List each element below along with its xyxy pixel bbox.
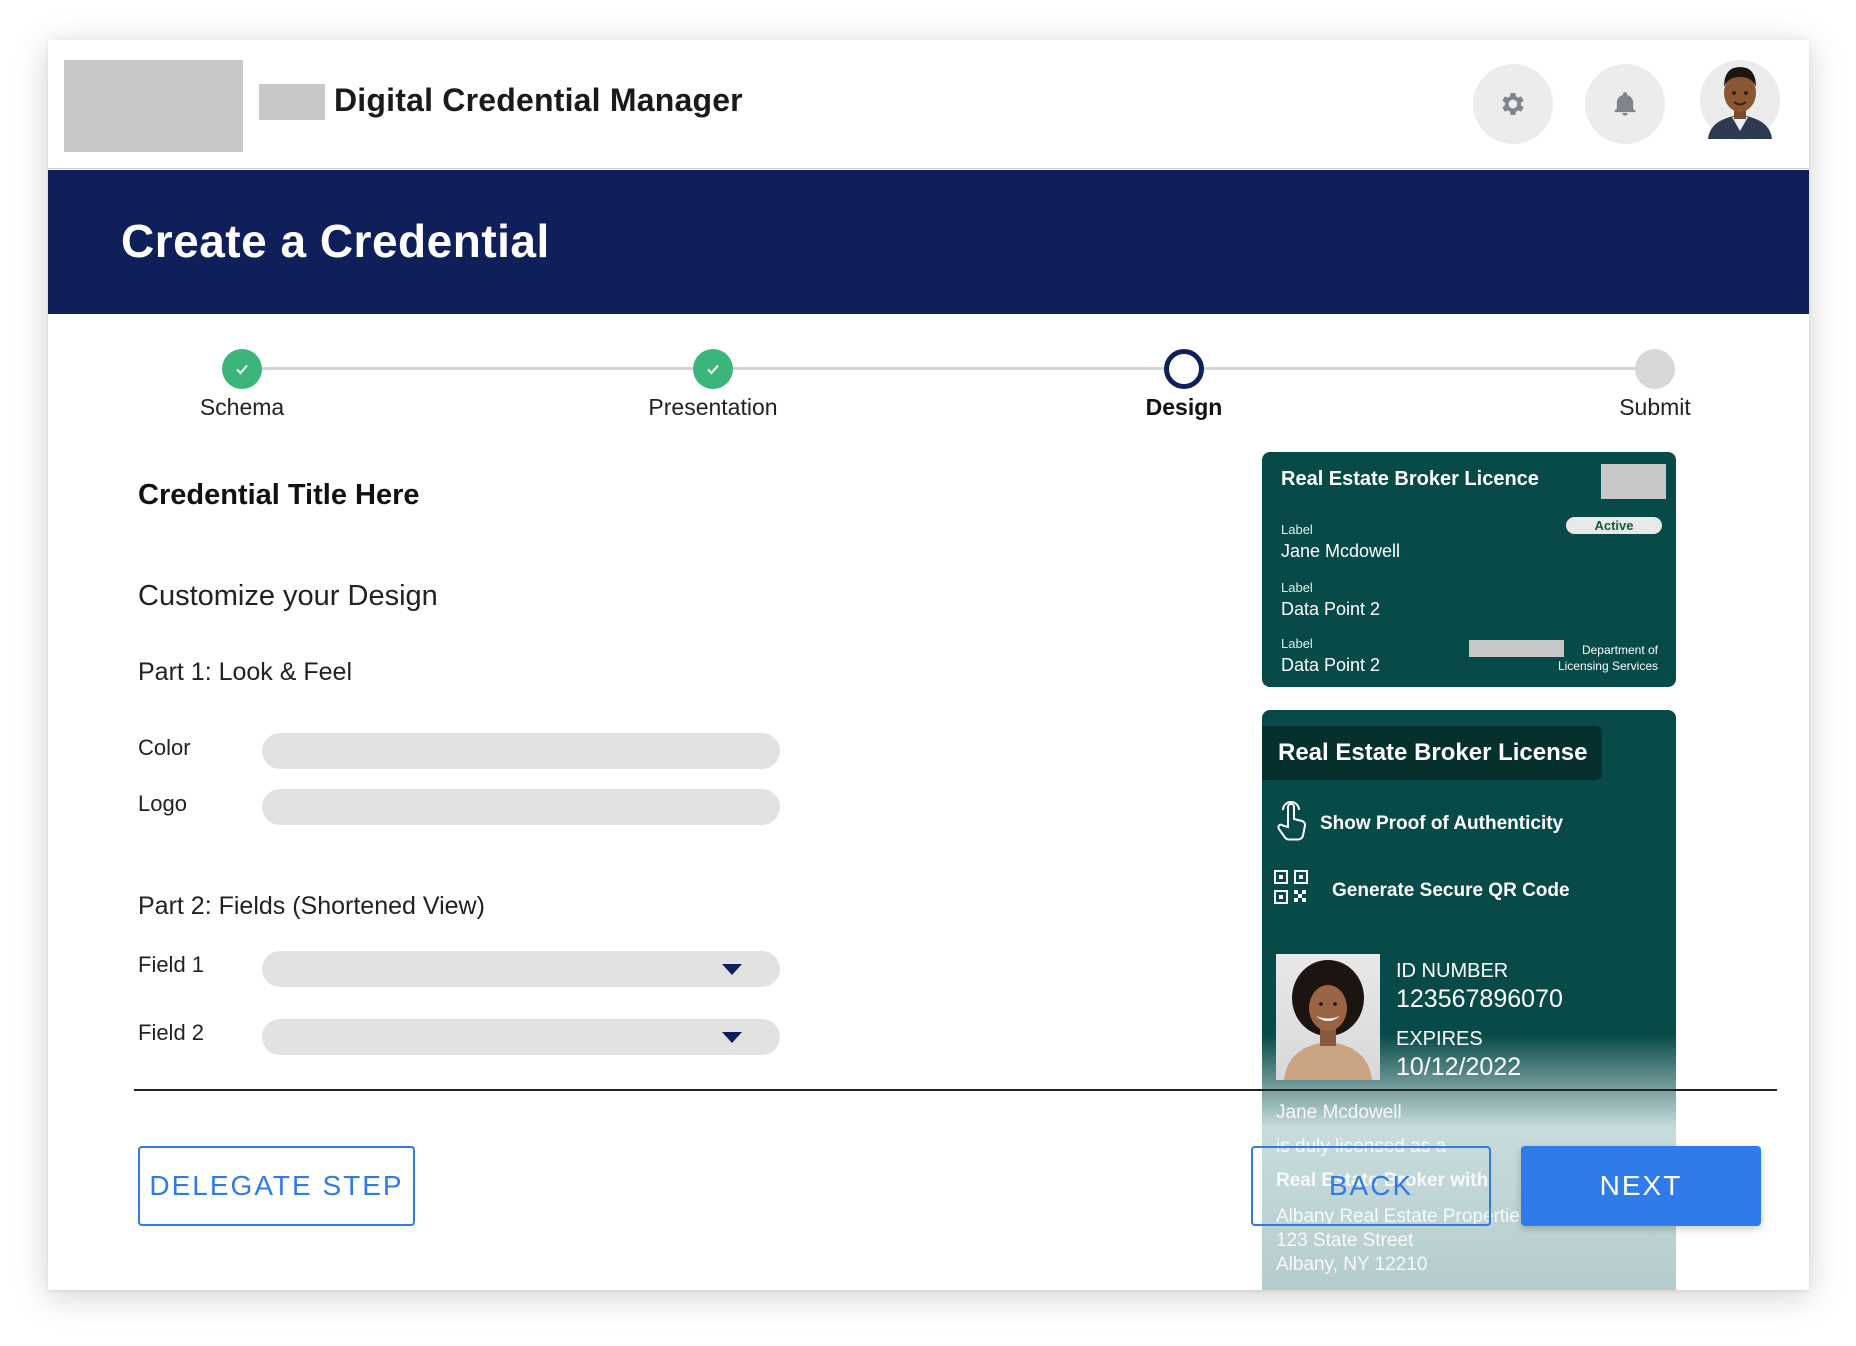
credential-card-preview: Real Estate Broker Licence Active Label …: [1262, 452, 1676, 687]
logo-placeholder: [64, 60, 243, 152]
part2-title: Part 2: Fields (Shortened View): [138, 892, 485, 920]
step-design-label[interactable]: Design: [1084, 394, 1284, 421]
page-banner: Create a Credential: [48, 170, 1809, 314]
issuer-line2: Licensing Services: [1557, 659, 1658, 673]
city-text: Albany, NY 12210: [1276, 1254, 1428, 1275]
chevron-down-icon: [722, 964, 742, 975]
logo-mark-placeholder: [259, 84, 325, 120]
app-title: Digital Credential Manager: [334, 82, 743, 118]
step-submit-dot[interactable]: [1635, 349, 1675, 389]
section-title: Customize your Design: [138, 580, 438, 612]
card-logo-placeholder: [1601, 464, 1666, 499]
top-bar: Digital Credential Manager: [48, 40, 1809, 169]
card-field-label: Label: [1281, 522, 1313, 537]
step-schema-dot[interactable]: [222, 349, 262, 389]
touch-icon: [1277, 801, 1307, 841]
id-number-label: ID NUMBER: [1396, 960, 1509, 982]
color-input[interactable]: [262, 733, 780, 769]
expires-value: 10/12/2022: [1396, 1053, 1522, 1081]
card-field-value: Jane Mcdowell: [1281, 541, 1401, 561]
check-icon: [707, 364, 719, 375]
chevron-down-icon: [722, 1032, 742, 1043]
step-design-dot[interactable]: [1164, 349, 1204, 389]
qr-code-icon: [1274, 870, 1308, 904]
status-badge: Active: [1566, 517, 1662, 534]
credential-title: Credential Title Here: [138, 479, 420, 511]
id-number-value: 123567896070: [1396, 985, 1563, 1013]
step-schema-label[interactable]: Schema: [142, 394, 342, 421]
gear-icon: [1502, 93, 1524, 115]
notifications-button[interactable]: [1585, 64, 1665, 144]
back-button[interactable]: BACK: [1251, 1146, 1491, 1226]
logo-label: Logo: [138, 791, 187, 816]
stepper-track: [243, 367, 1673, 370]
issuer-name: Department of Licensing Services: [1538, 642, 1658, 674]
step-presentation-dot[interactable]: [693, 349, 733, 389]
field1-select[interactable]: [262, 951, 780, 987]
street-text: 123 State Street: [1276, 1230, 1414, 1251]
check-icon: [236, 364, 248, 375]
user-avatar[interactable]: [1698, 55, 1782, 145]
field2-label: Field 2: [138, 1020, 205, 1045]
card-field-value: Data Point 2: [1281, 655, 1381, 675]
color-label: Color: [138, 735, 191, 760]
show-proof-button[interactable]: Show Proof of Authenticity: [1320, 813, 1563, 835]
card-field-value: Data Point 2: [1281, 599, 1381, 619]
field1-label: Field 1: [138, 952, 205, 977]
holder-photo-illustration: [1284, 960, 1372, 1080]
issuer-line1: Department of: [1581, 643, 1658, 657]
holder-name-text: Jane Mcdowell: [1276, 1102, 1402, 1123]
card-title: Real Estate Broker Licence: [1281, 468, 1539, 490]
page-title: Create a Credential: [121, 215, 550, 267]
holder-photo: [1276, 954, 1380, 1080]
field2-select[interactable]: [262, 1019, 780, 1055]
card-field-label: Label: [1281, 636, 1313, 651]
step-presentation-label[interactable]: Presentation: [613, 394, 813, 421]
step-submit-label[interactable]: Submit: [1555, 394, 1755, 421]
next-button[interactable]: NEXT: [1521, 1146, 1761, 1226]
delegate-step-button[interactable]: DELEGATE STEP: [138, 1146, 415, 1226]
logo-input[interactable]: [262, 789, 780, 825]
part1-title: Part 1: Look & Feel: [138, 658, 353, 686]
expires-label: EXPIRES: [1396, 1028, 1483, 1050]
footer-divider: [134, 1089, 1777, 1091]
app-window: Digital Credential Manager Create a Cred…: [48, 40, 1809, 1290]
wallet-card-title: Real Estate Broker License: [1262, 726, 1602, 780]
avatar-illustration: [1700, 60, 1780, 140]
card-field-label: Label: [1281, 580, 1313, 595]
generate-qr-button[interactable]: Generate Secure QR Code: [1332, 880, 1570, 902]
bell-icon: [1614, 92, 1636, 116]
settings-button[interactable]: [1473, 64, 1553, 144]
